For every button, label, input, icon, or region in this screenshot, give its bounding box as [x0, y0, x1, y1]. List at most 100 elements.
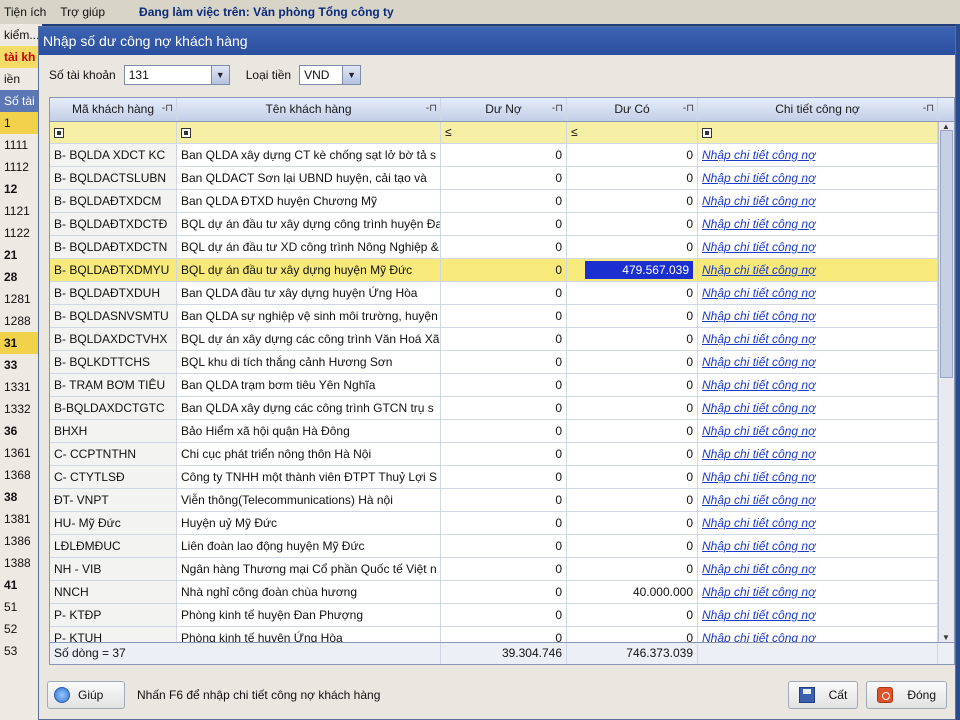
- debit-cell[interactable]: 0: [441, 512, 567, 534]
- customer-name[interactable]: Liên đoàn lao động huyện Mỹ Đức: [177, 535, 441, 557]
- sidebar-account-item[interactable]: 21: [0, 244, 42, 266]
- detail-cell[interactable]: Nhập chi tiết công nợ: [698, 351, 938, 373]
- detail-link[interactable]: Nhập chi tiết công nợ: [702, 309, 815, 323]
- filter-code[interactable]: [50, 122, 177, 143]
- col-header-name[interactable]: Tên khách hàng -⊓: [177, 98, 441, 121]
- sidebar-account-item[interactable]: 1361: [0, 442, 42, 464]
- debit-cell[interactable]: 0: [441, 604, 567, 626]
- debit-cell[interactable]: 0: [441, 282, 567, 304]
- filter-debit[interactable]: ≤: [441, 122, 567, 143]
- credit-cell[interactable]: 0: [567, 236, 698, 258]
- customer-name[interactable]: Ban QLDA ĐTXD huyện Chương Mỹ: [177, 190, 441, 212]
- customer-code[interactable]: B-BQLDAXDCTGTC: [50, 397, 177, 419]
- customer-code[interactable]: B- BQLDACTSLUBN: [50, 167, 177, 189]
- customer-name[interactable]: Bảo Hiểm xã hội quận Hà Đông: [177, 420, 441, 442]
- detail-link[interactable]: Nhập chi tiết công nợ: [702, 447, 815, 461]
- credit-cell[interactable]: 0: [567, 397, 698, 419]
- filter-credit[interactable]: ≤: [567, 122, 698, 143]
- sidebar-account-item[interactable]: 33: [0, 354, 42, 376]
- save-button[interactable]: Cất: [787, 681, 859, 709]
- account-combo[interactable]: 131 ▼: [123, 65, 230, 85]
- detail-link[interactable]: Nhập chi tiết công nợ: [702, 401, 815, 415]
- filter-detail[interactable]: [698, 122, 938, 143]
- customer-code[interactable]: B- BQLDAĐTXDCTĐ: [50, 213, 177, 235]
- table-row[interactable]: B- BQLDAĐTXDCM Ban QLDA ĐTXD huyện Chương…: [50, 190, 954, 213]
- debit-cell[interactable]: 0: [441, 397, 567, 419]
- filter-name[interactable]: [177, 122, 441, 143]
- sidebar-account-item[interactable]: 12: [0, 178, 42, 200]
- customer-name[interactable]: BQL dự án đầu tư XD công trình Nông Nghi…: [177, 236, 441, 258]
- detail-link[interactable]: Nhập chi tiết công nợ: [702, 562, 815, 576]
- customer-name[interactable]: Ban QLDA xây dựng CT kè chống sạt lở bờ …: [177, 144, 441, 166]
- sidebar-account-item[interactable]: Số tài: [0, 90, 42, 112]
- detail-link[interactable]: Nhập chi tiết công nợ: [702, 424, 815, 438]
- sidebar-account-item[interactable]: tài kh: [0, 46, 42, 68]
- col-header-code[interactable]: Mã khách hàng -⊓: [50, 98, 177, 121]
- customer-code[interactable]: P- KTĐP: [50, 604, 177, 626]
- debit-cell[interactable]: 0: [441, 581, 567, 603]
- detail-link[interactable]: Nhập chi tiết công nợ: [702, 516, 815, 530]
- table-row[interactable]: B- BQLDAĐTXDCTĐ BQL dự án đầu tư xây dựng…: [50, 213, 954, 236]
- table-row[interactable]: B- BQLDAXDCTVHX BQL dự án xây dựng các cô…: [50, 328, 954, 351]
- table-row[interactable]: B- BQLDACTSLUBN Ban QLDACT Sơn lại UBND h…: [50, 167, 954, 190]
- col-header-debit[interactable]: Dư Nợ -⊓: [441, 98, 567, 121]
- customer-name[interactable]: BQL dự án đầu tư xây dựng huyện Mỹ Đức: [177, 259, 441, 281]
- table-row[interactable]: B- BQLDAĐTXDCTN BQL dự án đầu tư XD công …: [50, 236, 954, 259]
- detail-cell[interactable]: Nhập chi tiết công nợ: [698, 581, 938, 603]
- debit-cell[interactable]: 0: [441, 305, 567, 327]
- sidebar-account-item[interactable]: 1121: [0, 200, 42, 222]
- chevron-down-icon[interactable]: ▼: [210, 66, 229, 84]
- credit-input[interactable]: 479.567.039: [585, 261, 693, 279]
- sidebar-account-item[interactable]: 51: [0, 596, 42, 618]
- customer-name[interactable]: Huyện uỷ Mỹ Đức: [177, 512, 441, 534]
- customer-code[interactable]: ĐT- VNPT: [50, 489, 177, 511]
- detail-cell[interactable]: Nhập chi tiết công nợ: [698, 144, 938, 166]
- customer-name[interactable]: Ban QLDA xây dựng các công trình GTCN tr…: [177, 397, 441, 419]
- debit-cell[interactable]: 0: [441, 144, 567, 166]
- credit-cell[interactable]: 479.567.039: [567, 259, 698, 281]
- close-button[interactable]: Đóng: [866, 681, 947, 709]
- menu-tro-giup[interactable]: Trợ giúp: [60, 5, 105, 19]
- credit-cell[interactable]: 0: [567, 558, 698, 580]
- credit-cell[interactable]: 40.000.000: [567, 581, 698, 603]
- credit-cell[interactable]: 0: [567, 282, 698, 304]
- detail-link[interactable]: Nhập chi tiết công nợ: [702, 217, 815, 231]
- table-row[interactable]: ĐT- VNPT Viễn thông(Telecommunications) H…: [50, 489, 954, 512]
- debit-cell[interactable]: 0: [441, 420, 567, 442]
- sidebar-account-item[interactable]: 38: [0, 486, 42, 508]
- credit-cell[interactable]: 0: [567, 328, 698, 350]
- credit-cell[interactable]: 0: [567, 420, 698, 442]
- detail-cell[interactable]: Nhập chi tiết công nợ: [698, 466, 938, 488]
- sidebar-account-item[interactable]: 52: [0, 618, 42, 640]
- debit-cell[interactable]: 0: [441, 351, 567, 373]
- detail-link[interactable]: Nhập chi tiết công nợ: [702, 171, 815, 185]
- detail-link[interactable]: Nhập chi tiết công nợ: [702, 470, 815, 484]
- sidebar-account-item[interactable]: 1368: [0, 464, 42, 486]
- customer-name[interactable]: Ban QLDA đầu tư xây dựng huyện Ứng Hòa: [177, 282, 441, 304]
- scroll-down-icon[interactable]: ▼: [942, 633, 950, 642]
- sidebar-account-item[interactable]: 1288: [0, 310, 42, 332]
- table-row[interactable]: BHXH Bảo Hiểm xã hội quận Hà Đông 0 0 Nhập c…: [50, 420, 954, 443]
- table-row[interactable]: B- BQLDA XDCT KC Ban QLDA xây dựng CT kè …: [50, 144, 954, 167]
- pin-icon[interactable]: -⊓: [162, 98, 173, 120]
- sidebar-account-item[interactable]: 36: [0, 420, 42, 442]
- filter-icon[interactable]: [181, 127, 191, 138]
- pin-icon[interactable]: -⊓: [426, 98, 437, 120]
- detail-link[interactable]: Nhập chi tiết công nợ: [702, 263, 815, 277]
- filter-icon[interactable]: [702, 127, 712, 138]
- customer-name[interactable]: Nhà nghỉ công đoàn chùa hương: [177, 581, 441, 603]
- help-button[interactable]: Giúp: [47, 681, 125, 709]
- detail-link[interactable]: Nhập chi tiết công nợ: [702, 194, 815, 208]
- sidebar-account-item[interactable]: iền: [0, 68, 42, 90]
- sidebar-account-item[interactable]: 1386: [0, 530, 42, 552]
- table-row[interactable]: P- KTĐP Phòng kinh tế huyện Đan Phượng 0 0 N…: [50, 604, 954, 627]
- sidebar-account-item[interactable]: 1: [0, 112, 42, 134]
- credit-cell[interactable]: 0: [567, 167, 698, 189]
- sidebar-account-item[interactable]: 41: [0, 574, 42, 596]
- customer-code[interactable]: NH - VIB: [50, 558, 177, 580]
- detail-cell[interactable]: Nhập chi tiết công nợ: [698, 535, 938, 557]
- debit-cell[interactable]: 0: [441, 167, 567, 189]
- customer-code[interactable]: B- BQLDAĐTXDMYU: [50, 259, 177, 281]
- credit-cell[interactable]: 0: [567, 535, 698, 557]
- debit-cell[interactable]: 0: [441, 558, 567, 580]
